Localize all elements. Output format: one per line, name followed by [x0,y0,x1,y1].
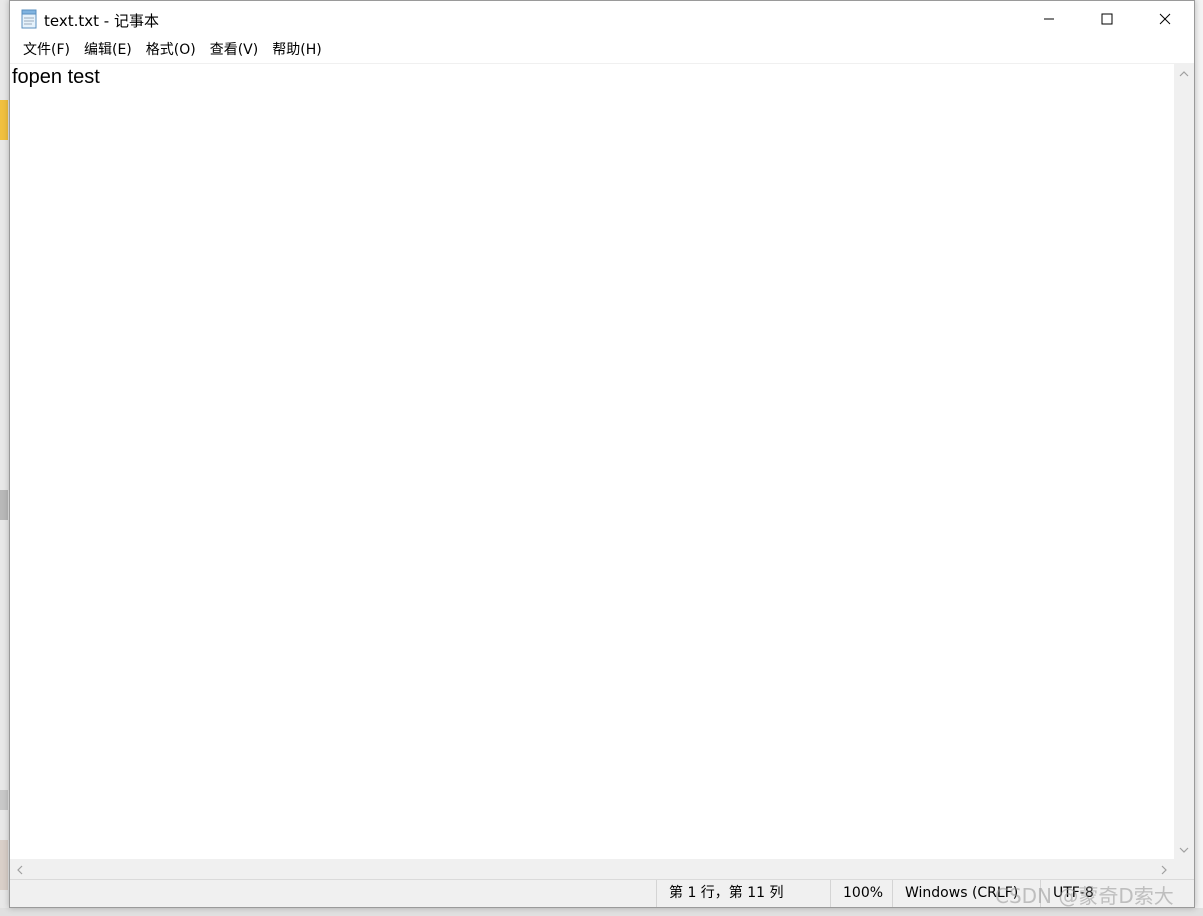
status-line-ending: Windows (CRLF) [892,880,1040,907]
status-cursor-position: 第 1 行，第 11 列 [656,880,830,907]
chevron-up-icon [1179,64,1189,83]
title-bar[interactable]: text.txt - 记事本 [10,1,1194,37]
background-desktop-right [1194,0,1203,916]
editor-content[interactable]: fopen test [12,66,100,89]
status-bar: 第 1 行，第 11 列 100% Windows (CRLF) UTF-8 [10,879,1194,907]
vertical-scrollbar[interactable] [1174,63,1194,859]
background-block [0,840,8,890]
minimize-icon [1043,10,1055,29]
minimize-button[interactable] [1020,1,1078,37]
window-title: text.txt - 记事本 [44,12,159,30]
scroll-right-button[interactable] [1154,859,1174,879]
close-icon [1159,10,1171,29]
menu-format[interactable]: 格式(O) [139,37,203,63]
maximize-icon [1101,10,1113,29]
background-desktop-left [0,0,9,916]
background-block [0,100,8,140]
menu-help[interactable]: 帮助(H) [265,37,328,63]
scroll-down-button[interactable] [1174,839,1194,859]
text-editor-area[interactable]: fopen test [10,63,1174,859]
background-desktop-bottom [0,908,1203,916]
scrollbar-corner [1174,859,1194,879]
status-encoding: UTF-8 [1040,880,1194,907]
scroll-up-button[interactable] [1174,63,1194,83]
chevron-down-icon [1179,840,1189,859]
menu-file[interactable]: 文件(F) [16,37,77,63]
maximize-button[interactable] [1078,1,1136,37]
notepad-window: text.txt - 记事本 文件(F) 编辑(E) 格式(O) 查看(V) 帮… [9,0,1195,908]
menu-edit[interactable]: 编辑(E) [77,37,139,63]
menu-view[interactable]: 查看(V) [203,37,266,63]
close-button[interactable] [1136,1,1194,37]
scroll-left-button[interactable] [10,859,30,879]
background-block [0,490,8,520]
menu-bar: 文件(F) 编辑(E) 格式(O) 查看(V) 帮助(H) [10,37,1194,63]
status-zoom: 100% [830,880,892,907]
notepad-icon[interactable] [20,9,38,29]
horizontal-scrollbar[interactable] [10,859,1174,879]
background-block [0,790,8,810]
chevron-right-icon [1159,860,1169,879]
chevron-left-icon [15,860,25,879]
